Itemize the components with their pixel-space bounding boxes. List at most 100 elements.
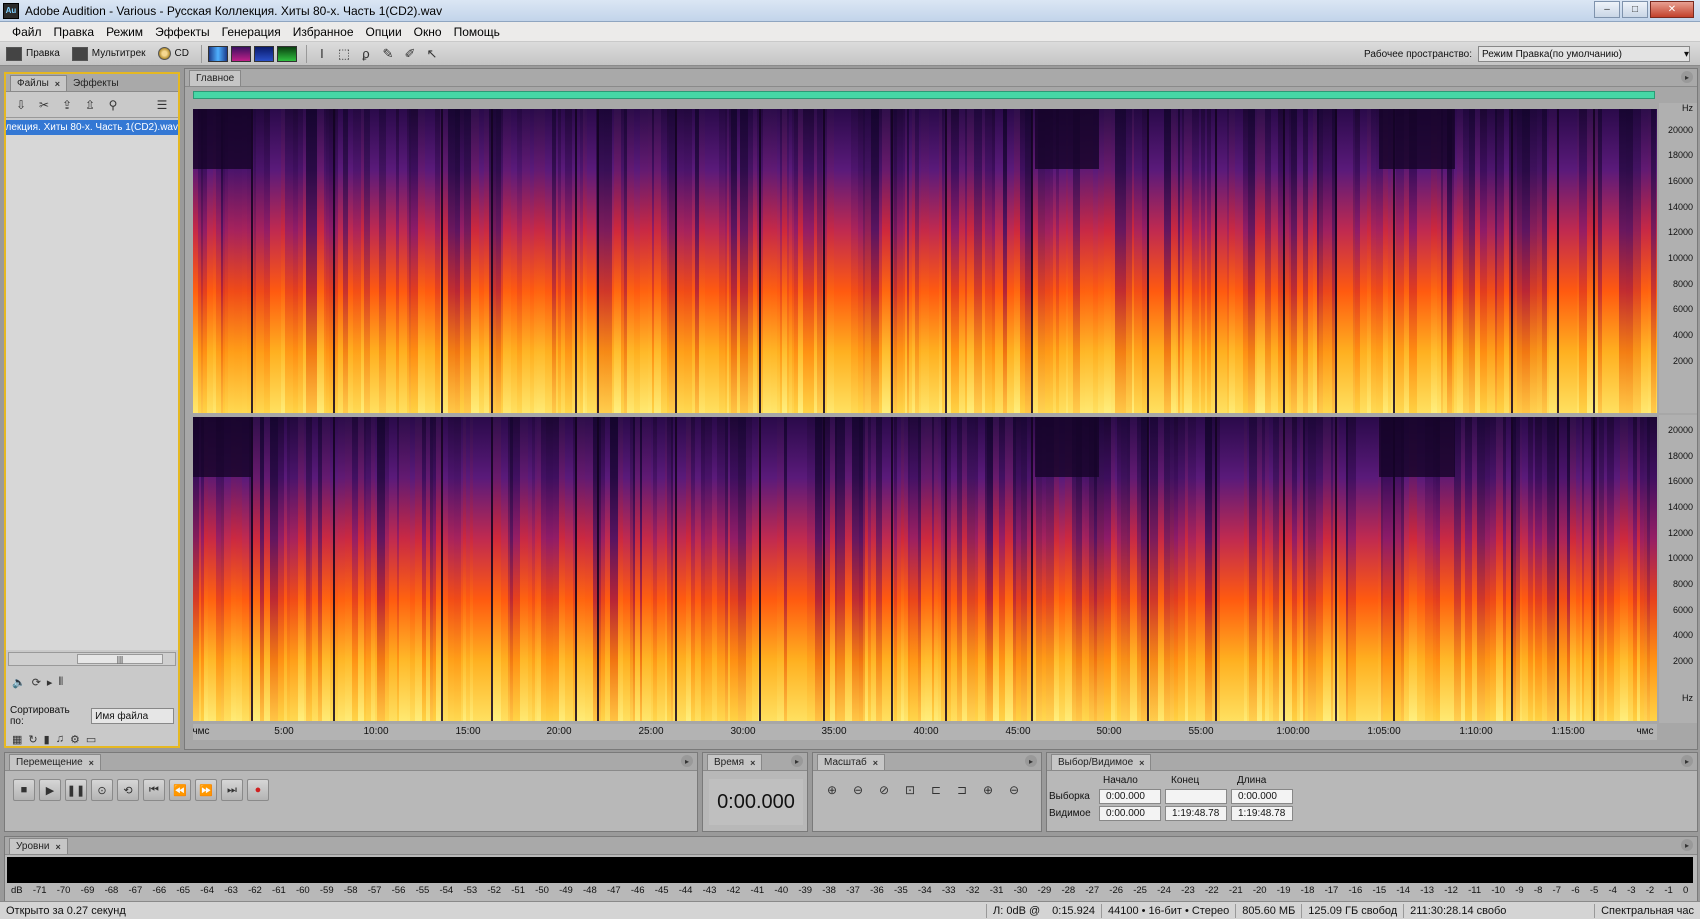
zoom-out-full-icon[interactable]: ⊘ [873, 779, 895, 801]
panel-menu-icon[interactable]: ▸ [1681, 839, 1693, 851]
show-audio-icon[interactable]: ▦ [12, 733, 22, 746]
play-icon[interactable]: ▸ [47, 676, 53, 689]
track-boundary [1335, 109, 1337, 413]
list-item[interactable]: ллекция. Хиты 80-х. Часть 1(CD2).wav [6, 120, 178, 135]
close-icon[interactable]: × [750, 758, 755, 768]
workspace-select[interactable]: Режим Правка(по умолчанию) ▾ [1478, 46, 1690, 62]
time-ruler[interactable]: чмс 5:00 10:00 15:00 20:00 25:00 30:00 3… [192, 724, 1657, 740]
spectral-phase-button[interactable] [276, 45, 297, 62]
insert-cd-icon[interactable]: ⇫ [81, 97, 99, 113]
view-start-field[interactable]: 0:00.000 [1099, 806, 1161, 821]
spectral-pan-button[interactable] [253, 45, 274, 62]
zoom-to-left-edge-icon[interactable]: ⊏ [925, 779, 947, 801]
full-paths-icon[interactable]: ▭ [86, 733, 96, 746]
zoom-in-horizontal-icon[interactable]: ⊕ [821, 779, 843, 801]
spectrogram-top-svg[interactable] [193, 109, 1657, 413]
time-selection-tool-icon[interactable]: I [313, 45, 331, 63]
panel-menu-icon[interactable]: ▸ [1025, 755, 1037, 767]
speaker-icon[interactable]: 🔈 [12, 676, 26, 689]
spectrogram-bottom-svg[interactable] [193, 417, 1657, 721]
tab-effects[interactable]: Эффекты [67, 75, 124, 91]
lasso-tool-icon[interactable]: ϼ [357, 45, 375, 63]
tab-selection-view[interactable]: Выбор/Видимое × [1051, 754, 1152, 770]
rewind-button[interactable]: ⏪ [169, 779, 191, 801]
panel-menu-icon[interactable]: ▸ [791, 755, 803, 767]
show-midi-icon[interactable]: ♫ [56, 733, 64, 746]
filter-icon[interactable]: ⚙ [70, 733, 80, 746]
panel-menu-icon[interactable]: ▸ [1681, 71, 1693, 83]
menu-help[interactable]: Помощь [448, 25, 506, 39]
move-tool-icon[interactable]: ↖ [423, 45, 441, 63]
zoom-out-vertical-icon[interactable]: ⊖ [1003, 779, 1025, 801]
menu-options[interactable]: Опции [360, 25, 408, 39]
zoom-in-vertical-icon[interactable]: ⊕ [977, 779, 999, 801]
spectrogram-left-channel[interactable] [193, 109, 1657, 413]
selection-end-field[interactable] [1165, 789, 1227, 804]
menu-effects[interactable]: Эффекты [149, 25, 216, 39]
menu-generate[interactable]: Генерация [216, 25, 287, 39]
go-to-start-button[interactable]: ⏮ [143, 779, 165, 801]
spectral-view-button[interactable] [230, 45, 251, 62]
play-from-cursor-button[interactable]: ⊙ [91, 779, 113, 801]
horizontal-scrollbar[interactable]: ||| [8, 652, 176, 666]
fast-forward-button[interactable]: ⏩ [195, 779, 217, 801]
close-icon[interactable]: × [55, 79, 60, 89]
selection-start-field[interactable]: 0:00.000 [1099, 789, 1161, 804]
waveform-view-button[interactable] [207, 45, 228, 62]
menu-file[interactable]: Файл [6, 25, 48, 39]
panel-menu-icon[interactable]: ▸ [681, 755, 693, 767]
panel-menu-icon[interactable]: ▸ [1681, 755, 1693, 767]
db-tick: -70 [56, 885, 71, 896]
show-loops-icon[interactable]: ↻ [28, 733, 37, 746]
close-icon[interactable]: × [55, 842, 60, 852]
cd-view-button[interactable]: CD [152, 44, 195, 64]
loop-icon[interactable]: ⟳ [32, 676, 41, 689]
marquee-tool-icon[interactable]: ⬚ [335, 45, 353, 63]
close-window-button[interactable]: ✕ [1650, 1, 1694, 18]
spectrogram-right-channel[interactable] [193, 417, 1657, 721]
files-view-options-icon[interactable]: ☰ [153, 97, 171, 113]
import-file-icon[interactable]: ⇩ [12, 97, 30, 113]
zoom-to-selection-icon[interactable]: ⊡ [899, 779, 921, 801]
overview-bar[interactable] [193, 91, 1655, 99]
go-to-end-button[interactable]: ⏭ [221, 779, 243, 801]
close-file-icon[interactable]: ✂ [35, 97, 53, 113]
view-length-field[interactable]: 1:19:48.78 [1231, 806, 1293, 821]
loop-button[interactable]: ⟲ [117, 779, 139, 801]
close-icon[interactable]: × [1139, 758, 1144, 768]
play-button[interactable]: ▶ [39, 779, 61, 801]
tab-levels[interactable]: Уровни × [9, 838, 68, 854]
minimize-button[interactable]: – [1594, 1, 1620, 18]
record-button[interactable]: ● [247, 779, 269, 801]
menu-favorites[interactable]: Избранное [287, 25, 360, 39]
volume-icon[interactable]: ⫴ [58, 676, 63, 689]
spot-healing-tool-icon[interactable]: ✐ [401, 45, 419, 63]
tab-transport[interactable]: Перемещение × [9, 754, 101, 770]
view-end-field[interactable]: 1:19:48.78 [1165, 806, 1227, 821]
close-icon[interactable]: × [89, 758, 94, 768]
tab-files[interactable]: Файлы × [10, 75, 68, 91]
brush-tool-icon[interactable]: ✎ [379, 45, 397, 63]
zoom-to-right-edge-icon[interactable]: ⊐ [951, 779, 973, 801]
tab-main[interactable]: Главное [189, 70, 242, 86]
menu-edit[interactable]: Правка [48, 25, 101, 39]
tab-time[interactable]: Время × [707, 754, 763, 770]
spectrogram-band [401, 109, 407, 413]
scrollbar-thumb[interactable]: ||| [77, 654, 163, 664]
insert-multitrack-icon[interactable]: ⇪ [58, 97, 76, 113]
edit-file-icon[interactable]: ⚲ [104, 97, 122, 113]
tab-zoom[interactable]: Масштаб × [817, 754, 886, 770]
stop-button[interactable]: ■ [13, 779, 35, 801]
sort-select[interactable]: Имя файла [91, 708, 174, 724]
close-icon[interactable]: × [873, 758, 878, 768]
menu-mode[interactable]: Режим [100, 25, 149, 39]
zoom-out-horizontal-icon[interactable]: ⊖ [847, 779, 869, 801]
pause-button[interactable]: ❚❚ [65, 779, 87, 801]
spectrogram-band [1504, 109, 1509, 413]
selection-length-field[interactable]: 0:00.000 [1231, 789, 1293, 804]
edit-view-button[interactable]: Правка [0, 44, 66, 64]
menu-window[interactable]: Окно [408, 25, 448, 39]
multitrack-view-button[interactable]: Мультитрек [66, 44, 152, 64]
maximize-button[interactable]: □ [1622, 1, 1648, 18]
show-video-icon[interactable]: ▮ [44, 733, 50, 746]
